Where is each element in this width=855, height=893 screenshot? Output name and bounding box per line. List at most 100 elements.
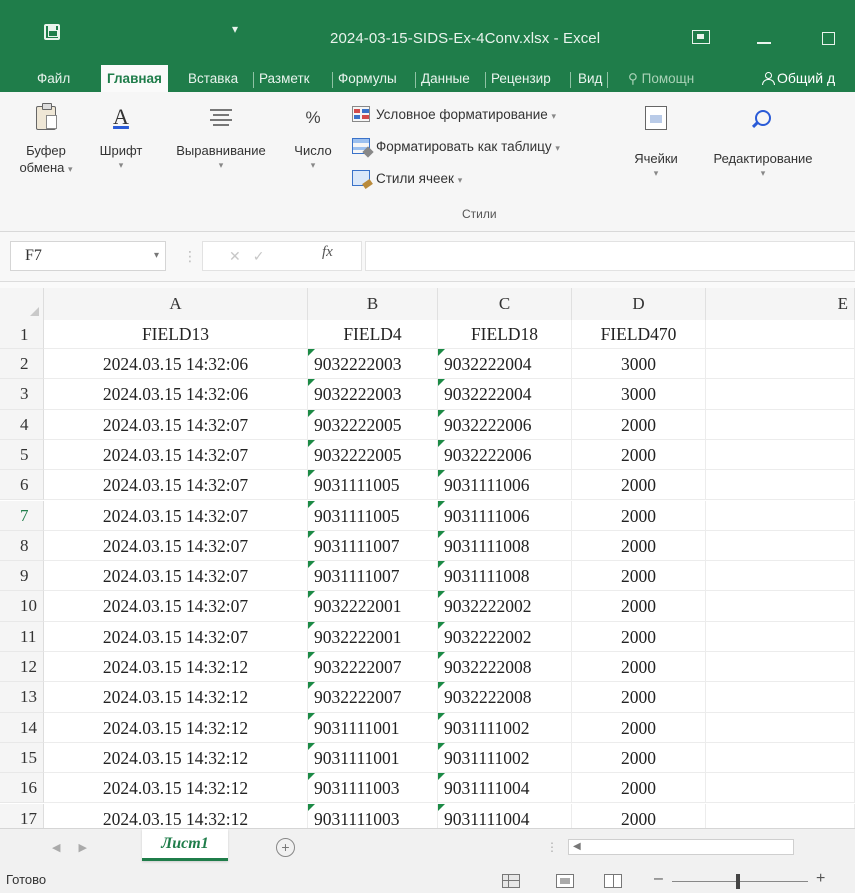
- cell-e[interactable]: [706, 530, 855, 561]
- horizontal-scrollbar[interactable]: ◀: [568, 839, 794, 855]
- minimize-icon[interactable]: [757, 42, 771, 44]
- enter-icon[interactable]: ✓: [253, 248, 277, 264]
- clipboard-button[interactable]: Буфер обмена ▾: [16, 103, 76, 178]
- cell-e[interactable]: [706, 803, 855, 828]
- share-button[interactable]: Общий д: [762, 65, 835, 92]
- editing-button[interactable]: Редактирование ▾: [694, 106, 832, 179]
- cells-button[interactable]: Ячейки ▾: [626, 106, 686, 179]
- zoom-in-icon[interactable]: +: [816, 870, 825, 888]
- cell-b[interactable]: 9031111001: [308, 712, 438, 742]
- cell-b[interactable]: 9031111007: [308, 561, 438, 591]
- cell-c[interactable]: 9032222004: [438, 349, 572, 379]
- cell-c[interactable]: 9031111002: [438, 742, 572, 773]
- cell-b[interactable]: 9032222001: [308, 591, 438, 621]
- cell-d[interactable]: 2000: [572, 409, 706, 439]
- cell-b[interactable]: 9032222007: [308, 682, 438, 712]
- cell-e[interactable]: [706, 561, 855, 591]
- row-header[interactable]: 11: [0, 621, 44, 652]
- number-button[interactable]: % Число ▾: [284, 106, 342, 171]
- scroll-splitter-icon[interactable]: ⋮: [546, 840, 558, 854]
- tab-view[interactable]: Вид: [576, 65, 604, 92]
- cell-e[interactable]: [706, 349, 855, 379]
- cell-d[interactable]: 2000: [572, 500, 706, 530]
- column-header-a[interactable]: A: [44, 288, 308, 320]
- row-header[interactable]: 12: [0, 652, 44, 683]
- select-all-button[interactable]: [0, 288, 44, 320]
- tab-insert[interactable]: Вставка: [186, 65, 240, 92]
- insert-function-button[interactable]: fx: [322, 244, 333, 261]
- zoom-slider-thumb[interactable]: [736, 874, 740, 889]
- row-header[interactable]: 14: [0, 712, 44, 743]
- cell-a[interactable]: 2024.03.15 14:32:07: [44, 409, 308, 439]
- cell-a[interactable]: 2024.03.15 14:32:07: [44, 530, 308, 561]
- cell-c[interactable]: 9032222008: [438, 652, 572, 682]
- chevron-down-icon[interactable]: ▾: [154, 242, 159, 270]
- column-header-c[interactable]: C: [438, 288, 572, 320]
- cell-d[interactable]: 2000: [572, 530, 706, 561]
- name-box[interactable]: F7 ▾: [10, 241, 166, 271]
- cell-a[interactable]: 2024.03.15 14:32:07: [44, 621, 308, 651]
- row-header[interactable]: 5: [0, 439, 44, 471]
- row-header[interactable]: 6: [0, 470, 44, 501]
- cell-c[interactable]: 9032222006: [438, 409, 572, 439]
- cell-d[interactable]: 2000: [572, 621, 706, 651]
- cell-c[interactable]: 9031111002: [438, 712, 572, 742]
- cell-d[interactable]: 2000: [572, 470, 706, 500]
- save-icon[interactable]: [44, 24, 60, 40]
- cell-a[interactable]: 2024.03.15 14:32:12: [44, 682, 308, 712]
- row-header[interactable]: 4: [0, 409, 44, 440]
- cell-b[interactable]: 9031111005: [308, 470, 438, 500]
- cell-a[interactable]: 2024.03.15 14:32:06: [44, 379, 308, 409]
- row-header[interactable]: 16: [0, 773, 44, 804]
- cell-a[interactable]: 2024.03.15 14:32:12: [44, 712, 308, 742]
- cell-d[interactable]: 3000: [572, 349, 706, 379]
- column-header-e[interactable]: E: [706, 288, 855, 320]
- cell-c[interactable]: 9031111008: [438, 561, 572, 591]
- row-header[interactable]: 8: [0, 530, 44, 562]
- row-header[interactable]: 1: [0, 320, 44, 349]
- cell-e[interactable]: [706, 742, 855, 773]
- cell-e[interactable]: [706, 682, 855, 712]
- tab-review[interactable]: Рецензир: [489, 65, 553, 92]
- cell-e[interactable]: [706, 773, 855, 803]
- cell-e[interactable]: [706, 470, 855, 500]
- cell-c[interactable]: 9032222002: [438, 621, 572, 651]
- cell-e[interactable]: [706, 379, 855, 409]
- cell-d[interactable]: 2000: [572, 591, 706, 621]
- cell-e[interactable]: [706, 652, 855, 682]
- cell-c[interactable]: 9031111004: [438, 773, 572, 803]
- cell-d[interactable]: 2000: [572, 682, 706, 712]
- cell-styles-button[interactable]: Стили ячеек ▾: [352, 170, 462, 186]
- cell-c[interactable]: 9031111008: [438, 530, 572, 561]
- tab-data[interactable]: Данные: [419, 65, 472, 92]
- cell-a[interactable]: 2024.03.15 14:32:12: [44, 773, 308, 803]
- page-break-view-icon[interactable]: [604, 874, 622, 888]
- row-header[interactable]: 9: [0, 561, 44, 592]
- font-button[interactable]: A Шрифт ▾: [92, 106, 150, 171]
- tab-file[interactable]: Файл: [35, 65, 72, 92]
- maximize-icon[interactable]: [822, 32, 835, 45]
- cell-d[interactable]: 2000: [572, 652, 706, 682]
- cell-a[interactable]: 2024.03.15 14:32:06: [44, 349, 308, 379]
- row-header[interactable]: 3: [0, 379, 44, 410]
- cell-d[interactable]: 2000: [572, 439, 706, 470]
- cell-a[interactable]: 2024.03.15 14:32:07: [44, 500, 308, 530]
- tab-page-layout[interactable]: Разметк: [257, 65, 312, 92]
- formula-input[interactable]: [365, 241, 855, 271]
- cell-c[interactable]: 9031111006: [438, 470, 572, 500]
- cell-b[interactable]: 9031111005: [308, 500, 438, 530]
- cell-d[interactable]: 3000: [572, 379, 706, 409]
- cell-b[interactable]: 9032222005: [308, 439, 438, 470]
- cell-b[interactable]: 9032222005: [308, 409, 438, 439]
- cell-c[interactable]: 9032222006: [438, 439, 572, 470]
- cell-b[interactable]: FIELD4: [308, 320, 438, 348]
- row-header[interactable]: 10: [0, 591, 44, 622]
- column-header-d[interactable]: D: [572, 288, 706, 320]
- zoom-out-icon[interactable]: –: [654, 870, 663, 888]
- cell-a[interactable]: 2024.03.15 14:32:07: [44, 470, 308, 500]
- cell-b[interactable]: 9032222003: [308, 379, 438, 409]
- normal-view-icon[interactable]: [502, 874, 520, 888]
- row-header[interactable]: 7: [0, 500, 44, 531]
- cell-b[interactable]: 9032222003: [308, 349, 438, 379]
- ribbon-display-options-icon[interactable]: [692, 30, 710, 44]
